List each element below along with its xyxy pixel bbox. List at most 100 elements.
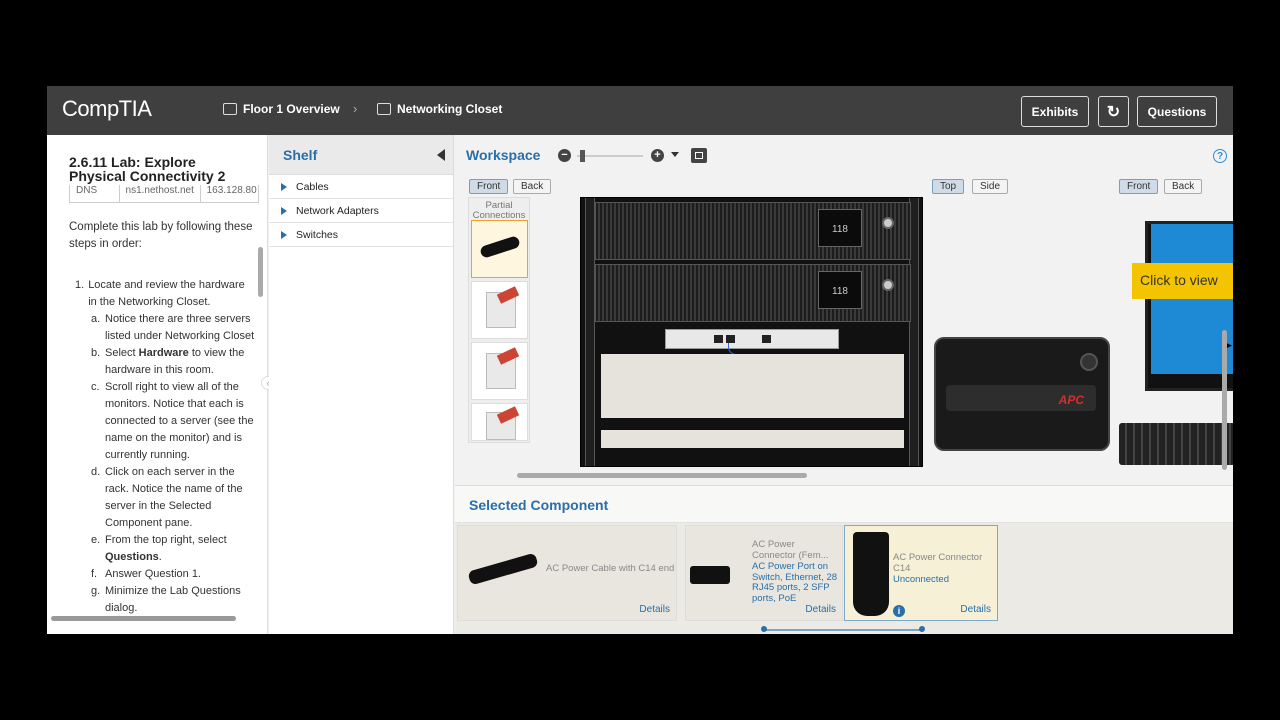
component-card-ac-connector-female[interactable]: AC Power Connector (Fem... AC Power Port… — [685, 525, 843, 621]
ups-side-view-button[interactable]: Side — [972, 179, 1009, 194]
c14-connector-image — [853, 532, 889, 616]
shelf-header: Shelf — [269, 135, 453, 175]
component-carousel-track[interactable] — [763, 629, 923, 631]
switch-port[interactable] — [762, 335, 771, 343]
details-link[interactable]: Details — [639, 604, 670, 615]
server-rack[interactable]: 118 118 — [580, 197, 923, 467]
ups-power-knob — [882, 279, 894, 291]
zoom-dropdown-icon[interactable] — [671, 152, 679, 157]
partial-item-server[interactable] — [471, 281, 528, 339]
monitor-front-view-button[interactable]: Front — [1119, 179, 1159, 194]
component-card-power-cable[interactable]: AC Power Cable with C14 end Details — [457, 525, 677, 621]
workspace-header: Workspace − + ? — [455, 135, 1233, 175]
step-number: 1. — [75, 279, 85, 291]
partial-connections-panel: Partial Connections — [468, 197, 530, 443]
apc-battery-backup[interactable]: APC — [934, 337, 1110, 451]
power-cable-icon — [479, 235, 521, 259]
lab-app: CompTIA Floor 1 Overview › Networking Cl… — [47, 86, 1233, 634]
instructions-vertical-scrollbar[interactable] — [258, 247, 263, 297]
zoom-in-icon[interactable]: + — [651, 149, 664, 162]
rack-front-view-button[interactable]: Front — [469, 179, 509, 194]
ups-top-view-button[interactable]: Top — [932, 179, 965, 194]
selected-component-header: Selected Component — [455, 486, 1233, 523]
step-text: Locate and review the hardware in the Ne… — [88, 279, 245, 308]
table-cell: ns1.nethost.net — [120, 185, 201, 202]
exhibits-button[interactable]: Exhibits — [1021, 96, 1089, 127]
details-link[interactable]: Details — [805, 604, 836, 615]
info-icon[interactable]: i — [893, 605, 905, 617]
breadcrumb-separator: › — [353, 101, 358, 116]
ac-connector-image — [690, 566, 730, 584]
top-bar: CompTIA Floor 1 Overview › Networking Cl… — [47, 86, 1233, 135]
apc-power-button — [1080, 353, 1098, 371]
monitor-icon — [377, 103, 391, 115]
carousel-dot[interactable] — [761, 626, 767, 632]
shelf-item-cables[interactable]: Cables — [269, 175, 453, 199]
component-name: AC Power Cable with C14 end — [546, 563, 675, 574]
building-icon — [223, 103, 237, 115]
rack-switch[interactable] — [665, 329, 839, 355]
questions-button[interactable]: Questions — [1137, 96, 1217, 127]
help-icon[interactable]: ? — [1213, 149, 1227, 163]
breadcrumb-label: Networking Closet — [397, 102, 503, 116]
breadcrumb-floor-overview[interactable]: Floor 1 Overview — [223, 102, 340, 116]
rack-empty-bay[interactable] — [601, 354, 904, 418]
zoom-out-icon[interactable]: − — [558, 149, 571, 162]
ups-display: 118 — [818, 271, 862, 309]
workspace-vertical-scrollbar[interactable] — [1222, 330, 1227, 470]
partial-connections-label: Partial Connections — [472, 200, 526, 221]
workspace-title: Workspace — [466, 147, 541, 163]
expand-triangle-icon — [281, 182, 287, 191]
rack-ups-unit[interactable]: 118 — [595, 264, 911, 322]
fit-to-screen-icon[interactable] — [691, 148, 707, 163]
partial-item-server[interactable] — [471, 403, 528, 441]
partial-item-server[interactable] — [471, 342, 528, 400]
carousel-dot[interactable] — [919, 626, 925, 632]
rack-back-view-button[interactable]: Back — [513, 179, 552, 194]
rack-rail-left — [585, 198, 595, 466]
details-link[interactable]: Details — [960, 604, 991, 615]
refresh-button[interactable]: ↻ — [1098, 96, 1129, 127]
instructions-horizontal-scrollbar[interactable] — [51, 616, 236, 621]
comptia-logo: CompTIA — [62, 96, 152, 121]
substep-item: g. Minimize the Lab Questions dialog. — [91, 585, 241, 614]
lab-title: 2.6.11 Lab: Explore Physical Connectivit… — [69, 154, 226, 184]
lab-steps: 1. Locate and review the hardware in the… — [75, 277, 255, 617]
collapse-shelf-icon[interactable] — [437, 149, 445, 161]
monitor-back-view-button[interactable]: Back — [1164, 179, 1203, 194]
shelf-item-network-adapters[interactable]: Network Adapters — [269, 199, 453, 223]
component-connection: AC Power Port on Switch, Ethernet, 28 RJ… — [752, 561, 838, 604]
battery-backup-area: APC — [930, 197, 1112, 467]
zoom-slider-thumb[interactable] — [580, 150, 585, 162]
zoom-slider-track[interactable] — [577, 155, 643, 157]
component-name: AC Power Connector (Fem... — [752, 539, 829, 561]
keyboard[interactable] — [1119, 423, 1233, 465]
workspace-horizontal-scrollbar[interactable] — [517, 473, 807, 478]
click-to-view-tooltip[interactable]: Click to view — [1132, 263, 1233, 299]
component-name: AC Power Connector C14 — [893, 552, 983, 574]
workspace-panel: Workspace − + ? Front Back Top Side Fron… — [455, 135, 1233, 485]
substep-item: a. Notice there are three servers listed … — [91, 313, 255, 342]
shelf-item-switches[interactable]: Switches — [269, 223, 453, 247]
instructions-panel: 2.6.11 Lab: Explore Physical Connectivit… — [47, 135, 268, 634]
expand-triangle-icon — [281, 206, 287, 215]
apc-logo: APC — [1058, 393, 1084, 407]
table-cell: 163.128.80 — [206, 185, 257, 196]
power-cable-image — [467, 552, 539, 586]
lab-intro: Complete this lab by following these ste… — [69, 221, 253, 250]
refresh-icon: ↻ — [1106, 103, 1121, 121]
selected-component-title: Selected Component — [469, 497, 609, 513]
switch-port[interactable] — [714, 335, 723, 343]
monitor[interactable] — [1145, 221, 1233, 391]
monitor-area: Click to view ➤ — [1115, 197, 1233, 467]
component-card-ac-connector-c14[interactable]: AC Power Connector C14 Unconnected i Det… — [844, 525, 998, 621]
substep-item: c. Scroll right to view all of the monito… — [91, 381, 254, 461]
substep-item: b. Select Hardware to view the hardware i… — [91, 347, 245, 376]
breadcrumb-networking-closet[interactable]: Networking Closet — [377, 102, 502, 116]
partial-item-power-cable[interactable] — [471, 220, 528, 278]
table-cell: DNS — [70, 185, 120, 202]
rack-empty-bay[interactable] — [601, 430, 904, 448]
switch-port[interactable] — [726, 335, 735, 343]
rack-ups-unit[interactable]: 118 — [595, 202, 911, 260]
shelf-title: Shelf — [283, 147, 318, 163]
